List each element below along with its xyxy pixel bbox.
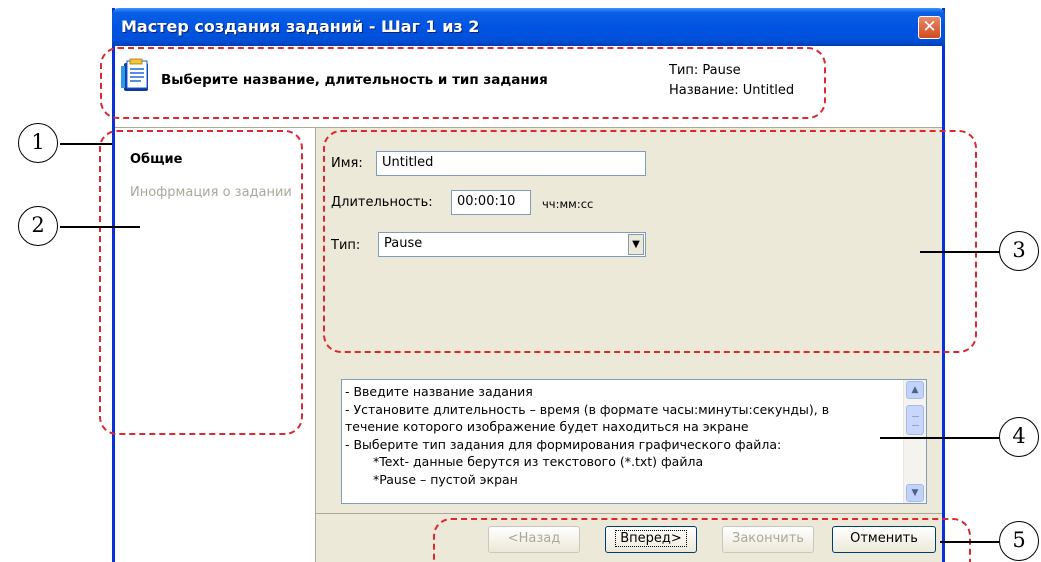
leader-line-3 xyxy=(920,251,1002,253)
help-line: *Text- данные берутся из текстового (*.t… xyxy=(373,454,704,469)
scroll-up-icon[interactable]: ▲ xyxy=(906,381,924,399)
help-line: течение которого изображение будет наход… xyxy=(345,419,749,434)
leader-line-5 xyxy=(940,541,1002,543)
highlight-form xyxy=(323,130,977,353)
callout-2: 2 xyxy=(18,206,58,246)
help-line: - Введите название задания xyxy=(345,384,533,399)
help-line: - Установите длительность – время (в фор… xyxy=(345,401,830,417)
scroll-down-icon[interactable]: ▼ xyxy=(906,484,924,502)
callout-3: 3 xyxy=(999,231,1039,271)
callout-4: 4 xyxy=(999,417,1039,457)
highlight-buttons xyxy=(433,518,971,562)
help-text: - Введите название задания - Установите … xyxy=(345,383,900,488)
highlight-sidebar xyxy=(99,130,303,435)
title-bar[interactable]: Мастер создания заданий - Шаг 1 из 2 ✕ xyxy=(112,8,945,46)
highlight-header xyxy=(100,47,826,119)
leader-line-1 xyxy=(60,143,112,145)
close-button[interactable]: ✕ xyxy=(918,16,941,39)
scroll-thumb[interactable] xyxy=(906,405,924,435)
footer-divider xyxy=(316,513,942,514)
help-line: *Pause – пустой экран xyxy=(373,471,518,487)
close-icon: ✕ xyxy=(922,17,937,37)
help-scrollbar[interactable]: ▲ ▼ xyxy=(903,380,926,503)
help-text-box: - Введите название задания - Установите … xyxy=(341,379,927,504)
leader-line-2 xyxy=(60,226,140,228)
window-title: Мастер создания заданий - Шаг 1 из 2 xyxy=(121,17,480,36)
callout-5: 5 xyxy=(999,521,1039,561)
help-line: - Выберите тип задания для формирования … xyxy=(345,436,782,452)
leader-line-4 xyxy=(880,437,1002,439)
callout-1: 1 xyxy=(18,123,58,163)
